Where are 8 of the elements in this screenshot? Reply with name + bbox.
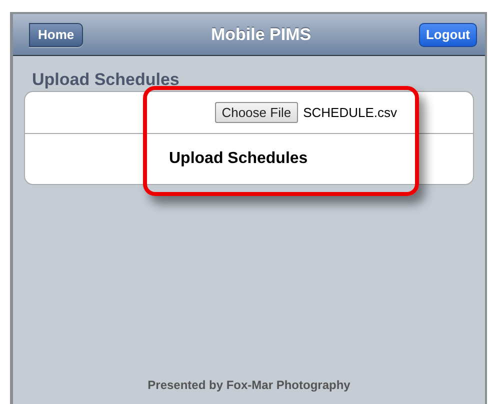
footer-text: Presented by Fox-Mar Photography bbox=[148, 377, 350, 394]
app-title: Mobile PIMS bbox=[210, 24, 312, 46]
upload-button[interactable]: Upload Schedules bbox=[169, 147, 308, 171]
choose-file-button[interactable]: Choose File bbox=[214, 102, 298, 123]
file-name: SCHEDULE.csv bbox=[303, 104, 397, 122]
home-button[interactable]: Home bbox=[29, 22, 84, 46]
section-title: Upload Schedules bbox=[32, 70, 180, 90]
logout-button[interactable]: Logout bbox=[418, 22, 477, 46]
